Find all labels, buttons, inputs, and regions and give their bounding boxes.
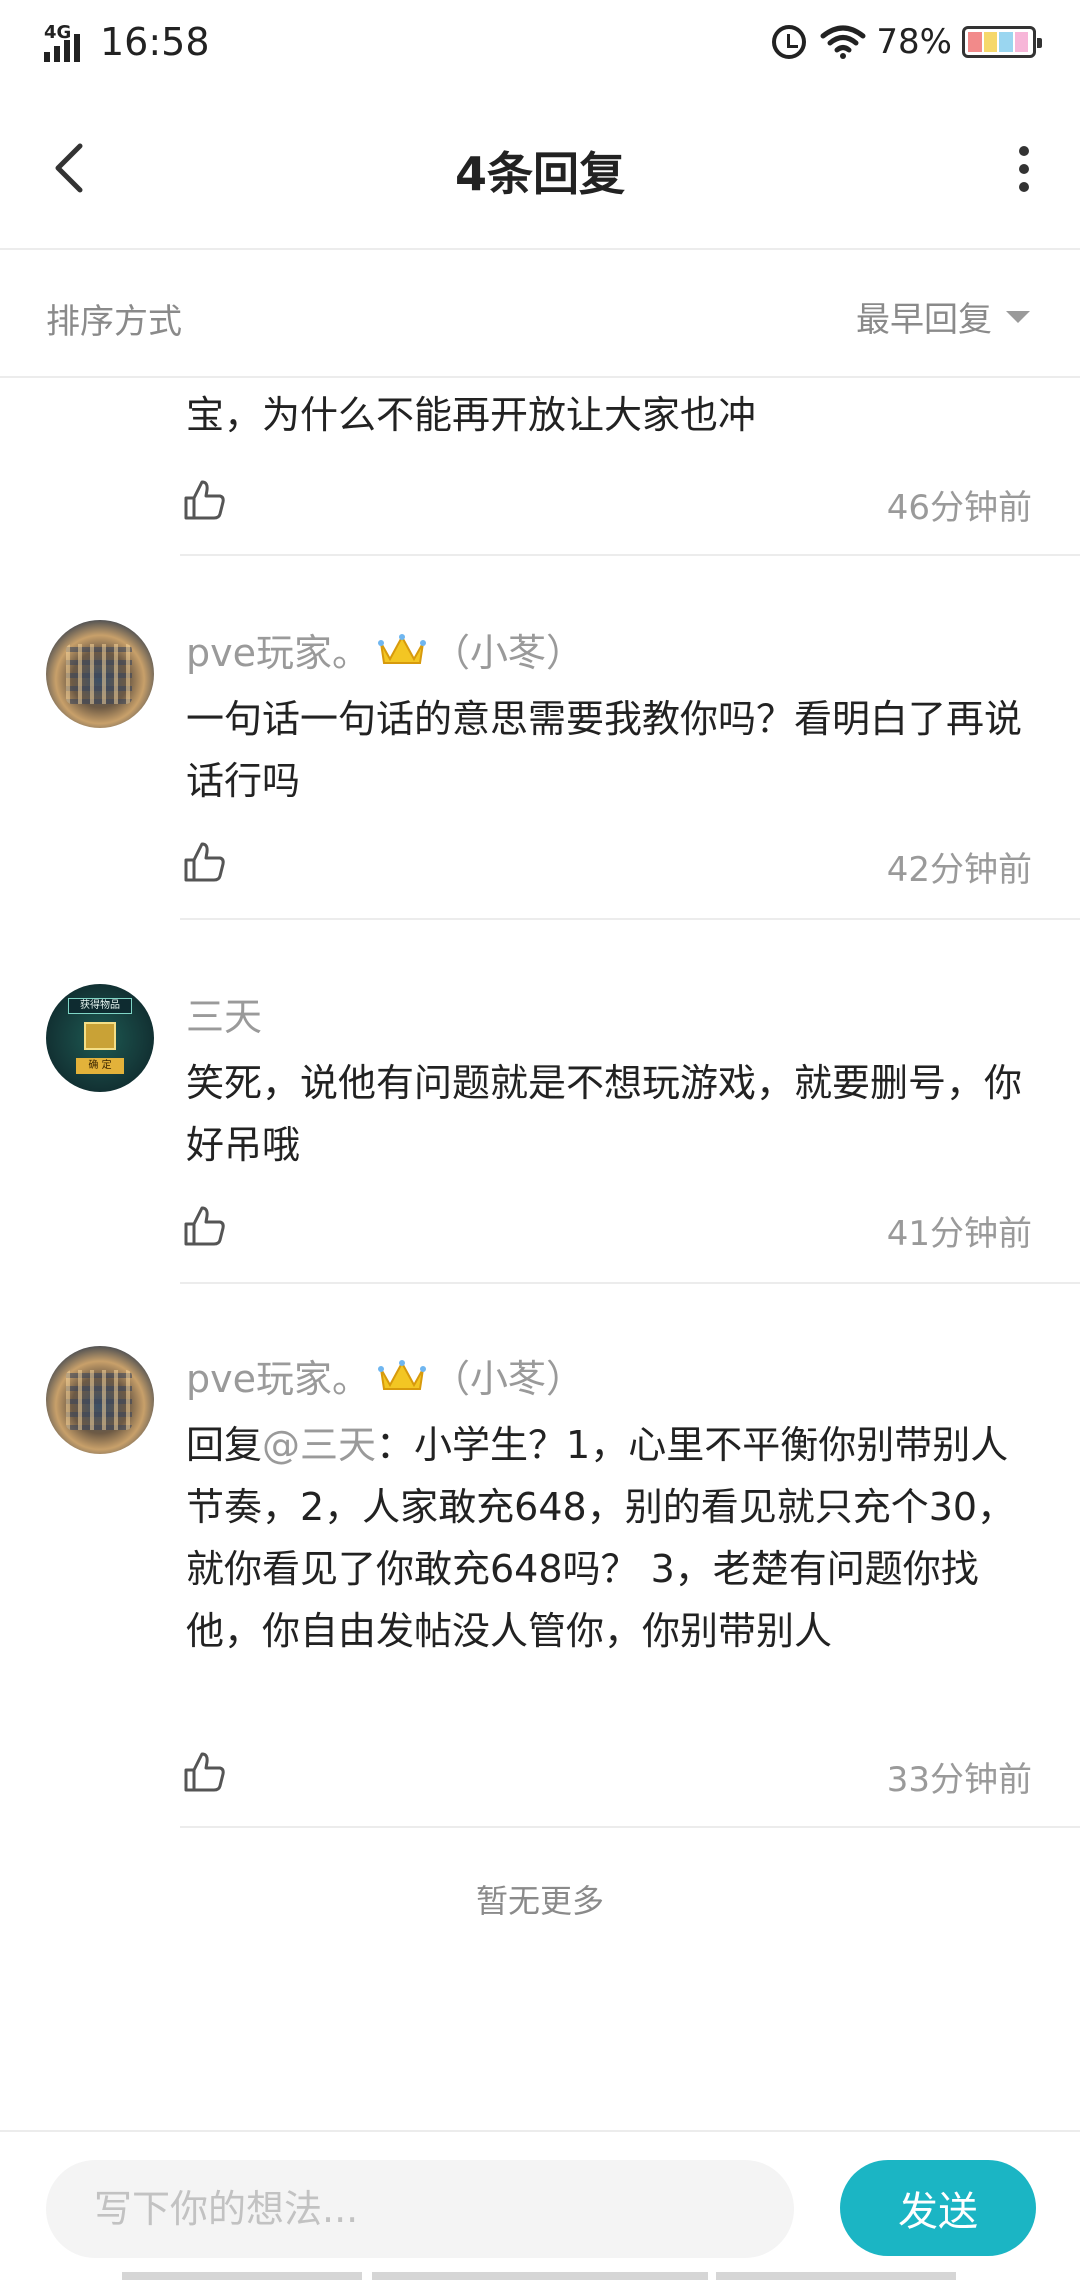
comment-author[interactable]: pve玩家。 （小苳） (186, 1348, 584, 1403)
comment-time: 41分钟前 (886, 1214, 1032, 1254)
nav-indicator (372, 2272, 708, 2280)
status-time: 16:58 (100, 20, 210, 64)
divider (180, 1826, 1080, 1828)
avatar[interactable] (46, 620, 154, 728)
battery-icon (962, 26, 1042, 58)
user-tag: （小苳） (432, 631, 585, 675)
mention-link[interactable]: @三天 (262, 1423, 376, 1467)
thumbs-up-icon[interactable] (182, 1750, 226, 1794)
comment-text: 宝，为什么不能再开放让大家也冲 (186, 393, 757, 437)
avatar-game-card (84, 1022, 116, 1050)
user-tag: （小苳） (432, 1357, 585, 1401)
thumbs-up-icon[interactable] (182, 1204, 226, 1248)
crown-icon (378, 1359, 426, 1390)
sort-value: 最早回复 (856, 300, 992, 340)
reply-prefix: 回复 (186, 1423, 263, 1467)
crown-icon (378, 633, 426, 664)
sort-label: 排序方式 (46, 302, 182, 342)
wifi-icon (820, 25, 866, 59)
nav-indicator (122, 2272, 362, 2280)
sort-bar: 排序方式 最早回复 (0, 252, 1080, 378)
avatar[interactable] (46, 1346, 154, 1454)
comment-author[interactable]: pve玩家。 （小苳） (186, 622, 584, 677)
page-title: 4条回复 (454, 147, 625, 201)
comment-text: 笑死，说他有问题就是不想玩游戏，就要删号，你好吊哦 (186, 1061, 1023, 1167)
comment-author[interactable]: 三天 (186, 986, 262, 1041)
battery-percent: 78% (876, 22, 952, 62)
comment-text: 回复@三天：小学生？1，心里不平衡你别带别人节奏，2，人家敢充648，别的看见就… (186, 1414, 1030, 1662)
status-bar: 4G 16:58 78% (0, 0, 1080, 86)
comment-time: 42分钟前 (886, 850, 1032, 890)
thumbs-up-icon[interactable] (182, 840, 226, 884)
header: 4条回复 (0, 86, 1080, 250)
comment-time: 46分钟前 (886, 488, 1032, 528)
divider (180, 554, 1080, 556)
no-more-text: 暂无更多 (475, 1882, 604, 1920)
comment-text: 一句话一句话的意思需要我教你吗？看明白了再说话行吗 (186, 697, 1023, 803)
avatar-game-title: 获得物品 (68, 998, 132, 1014)
status-right: 78% (772, 14, 1042, 70)
cell-signal-icon: 4G (44, 22, 90, 62)
divider (180, 918, 1080, 920)
username: pve玩家。 (186, 631, 370, 675)
send-button[interactable]: 发送 (840, 2160, 1036, 2256)
comment-time: 33分钟前 (886, 1760, 1032, 1800)
comment-input-bar: 发送 (0, 2130, 1080, 2280)
alarm-icon (772, 25, 807, 59)
nav-indicator (716, 2272, 956, 2280)
username: pve玩家。 (186, 1357, 370, 1401)
avatar[interactable]: 获得物品 确 定 (46, 984, 154, 1092)
comment-input[interactable] (46, 2160, 794, 2258)
divider (180, 1282, 1080, 1284)
sort-dropdown[interactable]: 最早回复 (856, 292, 1030, 341)
avatar-game-button: 确 定 (76, 1058, 124, 1074)
chevron-down-icon (1006, 310, 1030, 323)
username: 三天 (186, 995, 263, 1039)
status-left: 4G 16:58 (44, 14, 210, 70)
more-options-icon[interactable] (1014, 146, 1034, 196)
thumbs-up-icon[interactable] (182, 478, 226, 522)
